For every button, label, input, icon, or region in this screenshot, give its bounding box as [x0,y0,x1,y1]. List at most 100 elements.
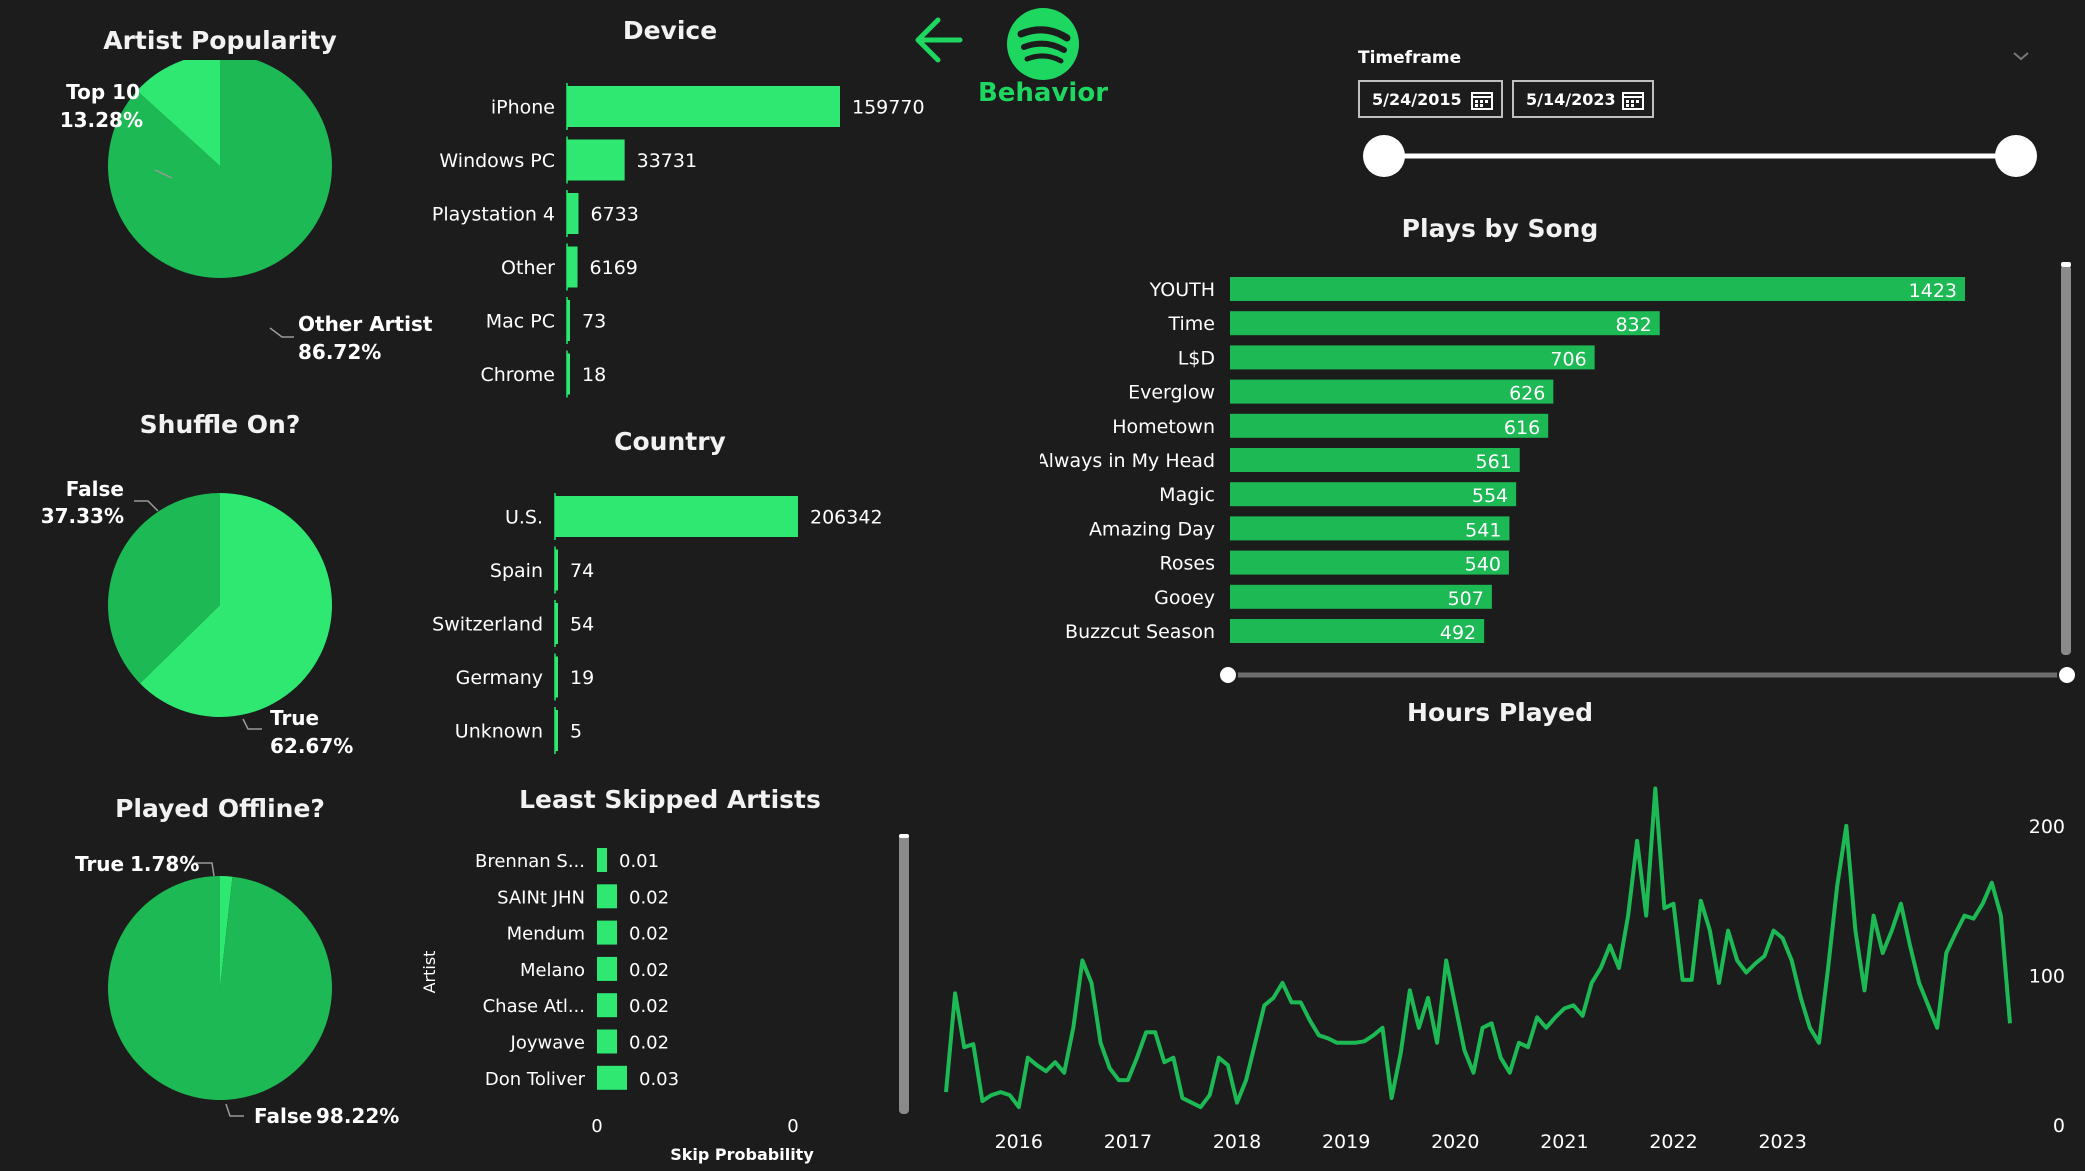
song-bar-everglow[interactable] [1230,379,1554,404]
calendar-icon[interactable] [1471,90,1493,110]
pie-value-top10: 13.28% [60,108,143,132]
song-value-magic: 554 [1472,485,1508,507]
value-label-mendum: 0.02 [629,924,669,945]
song-value-always-in-my-head: 561 [1475,451,1511,473]
pie-value-false: 37.33% [41,504,124,528]
category-label-spain: Spain [490,560,543,582]
category-label-u-s: U.S. [505,507,543,529]
song-value-l-d: 706 [1550,348,1586,370]
song-value-youth: 1423 [1909,280,1957,302]
category-label-melano: Melano [520,960,585,981]
chevron-down-icon[interactable] [2010,48,2032,64]
song-label-hometown: Hometown [1112,416,1215,438]
hours-played-title: Hours Played [1407,698,1593,727]
category-label-germany: Germany [456,667,543,689]
song-bar-time[interactable] [1230,311,1660,336]
bar-mendum[interactable] [597,920,617,945]
bar-mac-pc[interactable] [567,300,570,341]
timeframe-label: Timeframe [1358,48,1462,68]
bar-brennan-s[interactable] [597,848,607,872]
x-tick-1: 0 [787,1116,798,1137]
bar-iphone[interactable] [567,86,840,127]
bar-don-toliver[interactable] [597,1065,627,1090]
end-date-input[interactable]: 5/14/2023 [1512,80,1654,118]
hours-played-line[interactable] [944,786,2012,1110]
x-tick-2023: 2023 [1758,1131,1806,1153]
bar-playstation-4[interactable] [567,193,579,234]
x-tick-2021: 2021 [1540,1131,1588,1153]
value-label-spain: 74 [570,560,594,582]
song-bar-l-d[interactable] [1230,345,1595,370]
pie-label-other-artist: Other Artist [298,312,433,336]
category-label-chase-atl: Chase Atl... [483,996,585,1017]
axis-label-artist: Artist [420,951,439,994]
calendar-icon[interactable] [1622,90,1644,110]
song-value-everglow: 626 [1509,383,1545,405]
song-label-always-in-my-head: Always in My Head [1040,450,1215,472]
song-label-roses: Roses [1160,553,1215,575]
value-label-germany: 19 [570,667,594,689]
slider-start-handle[interactable] [1363,135,1405,177]
category-label-mac-pc: Mac PC [486,311,555,333]
pie-value-other-artist: 86.72% [298,340,381,364]
bar-joywave[interactable] [597,1029,617,1054]
song-label-buzzcut-season: Buzzcut Season [1065,621,1215,643]
category-label-iphone: iPhone [491,97,555,119]
least-skipped-scrollbar-thumb[interactable] [899,834,909,838]
song-bar-hometown[interactable] [1230,413,1549,438]
song-scrollbar-thumb[interactable] [2061,262,2071,267]
value-label-unknown: 5 [570,721,582,743]
bar-switzerland[interactable] [555,603,558,644]
song-scroll-right-handle[interactable] [2057,665,2077,685]
bar-melano[interactable] [597,956,617,981]
song-value-gooey: 507 [1448,588,1484,610]
slider-end-handle[interactable] [1995,135,2037,177]
category-label-don-toliver: Don Toliver [485,1069,586,1090]
bar-saint-jhn[interactable] [597,884,617,909]
start-date-value: 5/24/2015 [1372,89,1462,109]
pie-label-top10: Top 10 [66,80,140,104]
end-date-value: 5/14/2023 [1526,89,1616,109]
timeframe-slider[interactable] [1360,130,2040,180]
bar-spain[interactable] [555,549,558,591]
pie-label-true-offline: True [75,852,124,876]
value-label-saint-jhn: 0.02 [629,887,669,908]
start-date-input[interactable]: 5/24/2015 [1358,80,1503,118]
least-skipped-scrollbar[interactable] [899,834,909,1114]
value-label-iphone: 159770 [852,97,925,119]
shuffle-title: Shuffle On? [139,410,301,439]
country-bar-chart: U.S. 206342 Spain 74 Switzerland 54 Germany 19 U… [432,493,883,754]
least-skipped-bar-chart: Artist 0 0 Skip Probability Brennan S...… [420,834,909,1164]
x-tick-2020: 2020 [1431,1131,1479,1153]
device-title: Device [622,16,718,45]
value-label-playstation-4: 6733 [591,204,639,226]
song-label-l-d: L$D [1178,347,1215,369]
pie-value-false-offline: 98.22% [316,1104,399,1128]
song-value-roses: 540 [1465,554,1501,576]
bar-windows-pc[interactable] [567,139,625,181]
pie-label-false-offline: False [254,1104,312,1128]
song-scroll-left-handle[interactable] [1218,665,1238,685]
category-label-playstation-4: Playstation 4 [432,204,555,226]
offline-pie: True 1.78% False 98.22% [75,852,399,1128]
bar-unknown[interactable] [555,710,558,751]
song-value-amazing-day: 541 [1465,519,1501,541]
pie-label-false: False [66,477,124,501]
plays-by-song-title: Plays by Song [1401,214,1599,243]
value-label-mac-pc: 73 [582,311,606,333]
category-label-unknown: Unknown [455,721,543,743]
pie-value-true-offline: 1.78% [130,852,199,876]
bar-chase-atl[interactable] [597,993,617,1018]
country-title: Country [614,427,726,456]
arrow-left-icon[interactable] [910,12,970,68]
song-bar-youth[interactable] [1230,277,1965,301]
bar-u-s[interactable] [555,496,798,537]
page-title: Behavior [977,78,1109,108]
bar-chrome[interactable] [567,353,570,395]
plays-by-song-chart: YOUTH 1423 Time 832 L$D 706 Everglow 626 Hometow… [1040,262,2077,685]
song-scrollbar[interactable] [2061,265,2071,655]
least-skipped-title: Least Skipped Artists [519,785,821,814]
bar-other[interactable] [567,246,578,288]
value-label-chase-atl: 0.02 [629,996,669,1017]
bar-germany[interactable] [555,656,558,698]
